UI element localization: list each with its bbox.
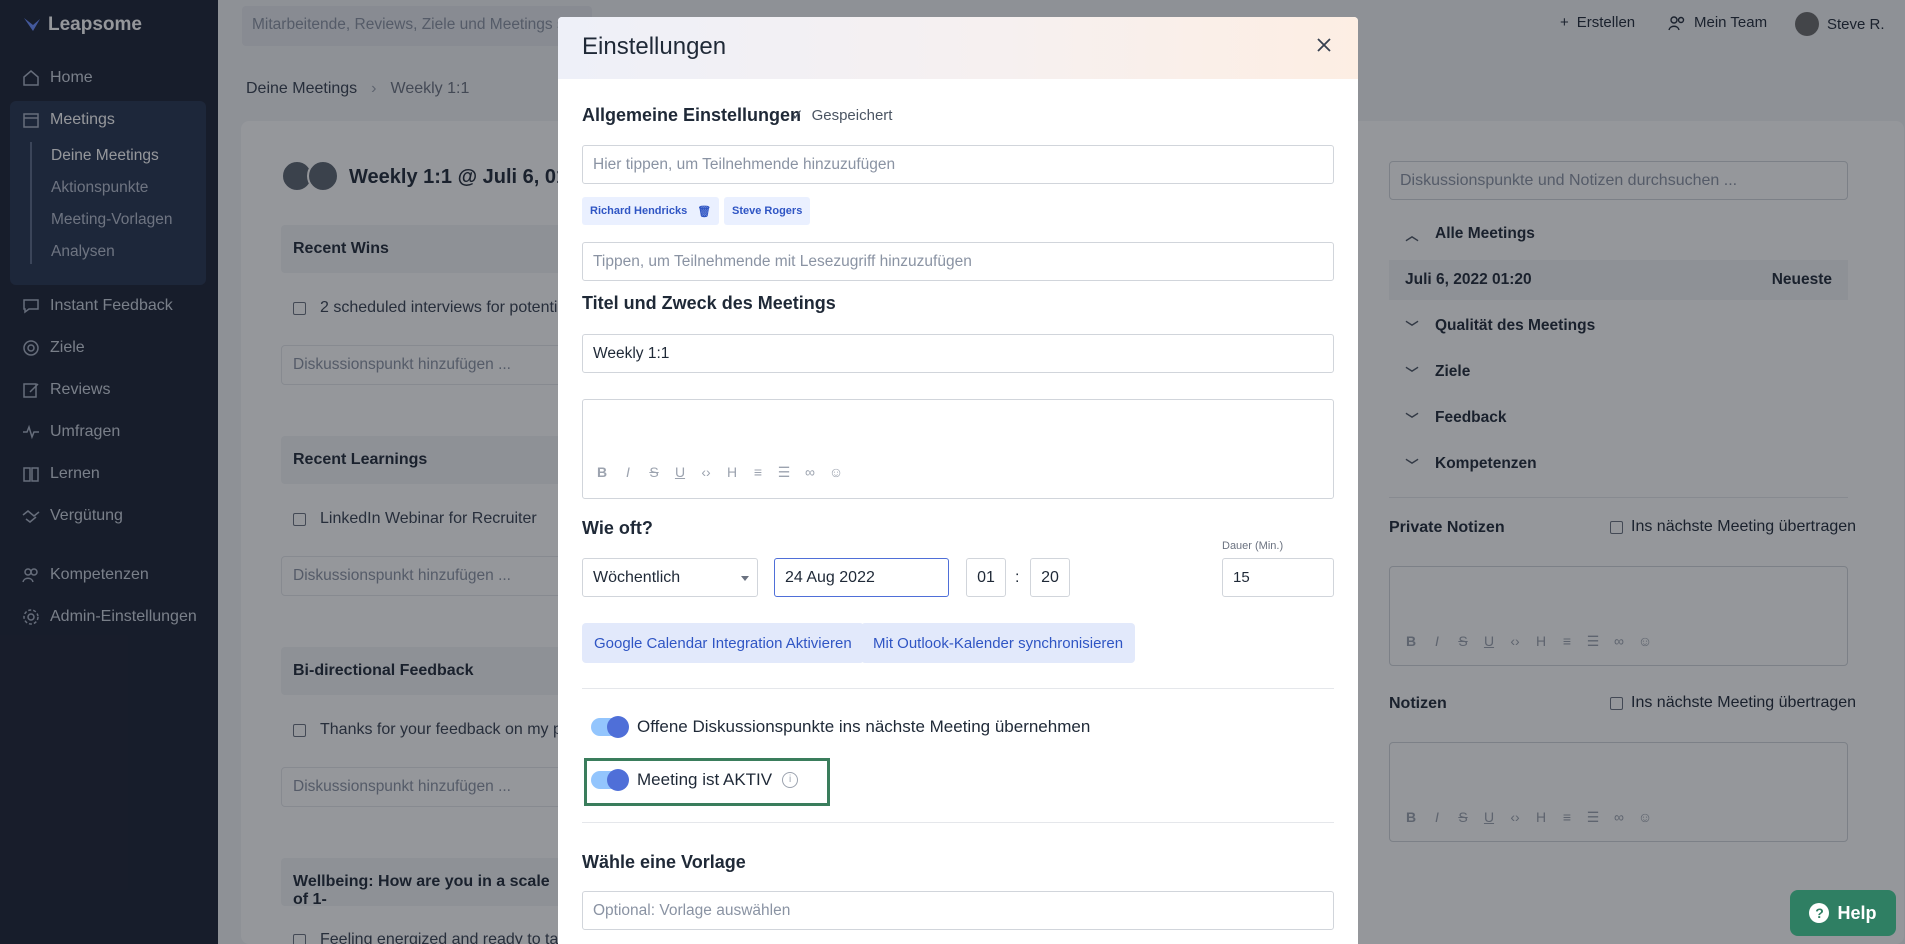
- carry-over-toggle[interactable]: [591, 716, 629, 738]
- help-label: Help: [1837, 902, 1877, 923]
- chip-label: Richard Hendricks: [590, 205, 688, 217]
- chip-label: Steve Rogers: [732, 205, 803, 217]
- code-icon[interactable]: ‹›: [698, 464, 714, 481]
- question-icon: ?: [1809, 903, 1830, 923]
- modal-header: Einstellungen: [558, 17, 1358, 79]
- editor-toolbar: B I S U ‹› H ≡ ☰ ∞ ☺: [594, 464, 844, 481]
- frequency-value: Wöchentlich: [593, 569, 681, 586]
- active-toggle-row[interactable]: Meeting ist AKTIV i: [591, 769, 799, 791]
- bold-icon[interactable]: B: [594, 464, 610, 481]
- carry-over-toggle-row[interactable]: Offene Diskussionspunkte ins nächste Mee…: [591, 716, 1091, 738]
- help-button[interactable]: ? Help: [1790, 890, 1896, 936]
- link-icon[interactable]: ∞: [802, 464, 818, 481]
- google-calendar-button[interactable]: Google Calendar Integration Aktivieren: [582, 623, 864, 663]
- participant-chip[interactable]: Richard Hendricks 🗑: [582, 197, 720, 225]
- minute-input[interactable]: 20: [1030, 558, 1070, 597]
- time-separator: :: [1015, 569, 1020, 586]
- underline-icon[interactable]: U: [672, 464, 688, 481]
- active-toggle-label: Meeting ist AKTIV: [637, 770, 773, 789]
- active-toggle[interactable]: [591, 769, 629, 791]
- heading-icon[interactable]: H: [724, 464, 740, 481]
- modal-title: Einstellungen: [582, 33, 727, 60]
- duration-label: Dauer (Min.): [1222, 540, 1284, 552]
- bullet-list-icon[interactable]: ≡: [750, 464, 766, 481]
- template-select[interactable]: Optional: Vorlage auswählen: [582, 891, 1334, 930]
- divider: [582, 688, 1334, 689]
- meeting-title-input[interactable]: Weekly 1:1: [582, 334, 1334, 373]
- outlook-calendar-button[interactable]: Mit Outlook-Kalender synchronisieren: [861, 623, 1136, 663]
- general-settings-heading: Allgemeine Einstellungen: [582, 105, 802, 125]
- info-icon[interactable]: i: [782, 772, 799, 788]
- template-heading: Wähle eine Vorlage: [582, 852, 746, 872]
- hour-input[interactable]: 01: [966, 558, 1006, 597]
- frequency-select[interactable]: Wöchentlich: [582, 558, 758, 597]
- ordered-list-icon[interactable]: ☰: [776, 464, 792, 481]
- frequency-heading: Wie oft?: [582, 518, 653, 538]
- duration-input[interactable]: 15: [1222, 558, 1334, 597]
- italic-icon[interactable]: I: [620, 464, 636, 481]
- purpose-editor[interactable]: [582, 399, 1334, 499]
- saved-status: ✓ Gespeichert: [791, 106, 893, 125]
- readers-input[interactable]: Tippen, um Teilnehmende mit Lesezugriff …: [582, 242, 1334, 281]
- trash-icon[interactable]: 🗑: [697, 205, 711, 218]
- emoji-icon[interactable]: ☺: [828, 464, 844, 481]
- strike-icon[interactable]: S: [646, 464, 662, 481]
- settings-modal: Einstellungen Allgemeine Einstellungen ✓…: [558, 17, 1358, 944]
- saved-label: Gespeichert: [811, 106, 893, 124]
- check-icon: ✓: [791, 107, 804, 124]
- participants-input[interactable]: Hier tippen, um Teilnehmende hinzuzufüge…: [582, 145, 1334, 184]
- title-purpose-heading: Titel und Zweck des Meetings: [582, 293, 836, 313]
- participant-chip[interactable]: Steve Rogers: [724, 197, 811, 225]
- close-icon[interactable]: [1312, 33, 1336, 57]
- divider: [582, 822, 1334, 823]
- caret-down-icon: [741, 576, 749, 581]
- carry-over-toggle-label: Offene Diskussionspunkte ins nächste Mee…: [637, 717, 1091, 736]
- date-input[interactable]: 24 Aug 2022: [774, 558, 949, 597]
